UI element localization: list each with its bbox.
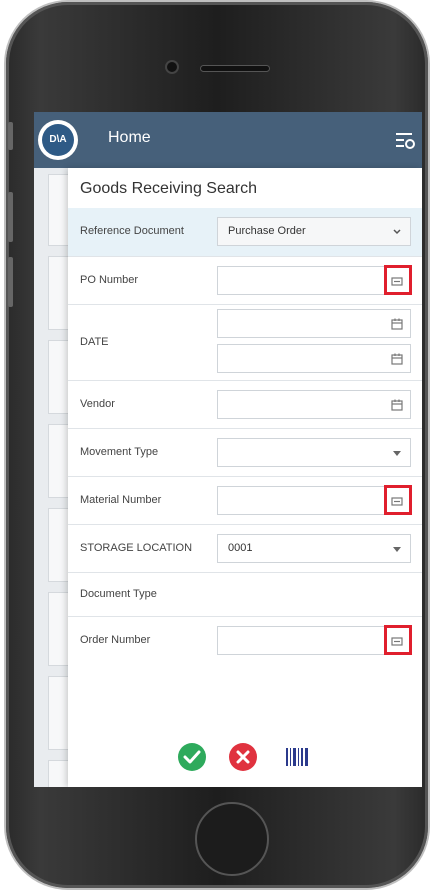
material-number-field[interactable] [217,485,412,515]
reference-document-value: Purchase Order [228,225,306,237]
vendor-row: Vendor [68,380,422,429]
header-title: Home [108,129,151,146]
background-cards [48,168,72,787]
date-from-field[interactable] [217,309,411,338]
volume-up-button [8,192,13,242]
panel-title: Goods Receiving Search [80,180,257,197]
filter-menu-icon[interactable] [394,129,416,151]
date-row: DATE [68,304,422,381]
app-logo[interactable]: D\A [38,120,78,160]
dropdown-arrow-icon[interactable] [390,542,404,556]
highlight-box [384,265,412,295]
dropdown-arrow-icon[interactable] [390,446,404,460]
action-bar [68,734,422,787]
material-number-row: Material Number [68,476,422,525]
volume-down-button [8,257,13,307]
logo-mark: D\A [42,124,74,156]
date-label: DATE [80,336,109,348]
date-to-field[interactable] [217,344,411,373]
earpiece-speaker [201,66,269,71]
vendor-label: Vendor [80,398,115,410]
storage-location-label: STORAGE LOCATION [80,542,193,554]
movement-type-row: Movement Type [68,428,422,477]
storage-location-select[interactable]: 0001 [217,534,411,563]
reference-document-select[interactable]: Purchase Order [217,217,411,246]
cancel-icon[interactable] [228,742,258,772]
calendar-icon[interactable] [390,398,404,412]
order-number-field[interactable] [217,625,412,655]
mute-switch [8,122,13,150]
storage-location-row: STORAGE LOCATION 0001 [68,524,422,573]
po-number-label: PO Number [80,274,139,286]
movement-type-select[interactable] [217,438,411,467]
front-camera [167,62,177,72]
highlight-box [384,625,412,655]
order-number-label: Order Number [80,634,151,646]
reference-document-label: Reference Document [80,225,184,237]
order-number-row: Order Number [68,616,422,667]
calendar-icon[interactable] [390,317,404,331]
highlight-box [384,485,412,515]
document-type-row: Document Type [68,572,422,617]
chevron-down-icon [393,229,401,235]
barcode-icon[interactable] [282,742,312,772]
material-number-label: Material Number [80,494,162,506]
goods-receiving-search-panel: Goods Receiving Search Reference Documen… [68,168,422,787]
reference-document-row: Reference Document Purchase Order [68,208,422,256]
confirm-icon[interactable] [177,742,207,772]
calendar-icon[interactable] [390,352,404,366]
storage-location-value: 0001 [228,542,253,554]
po-number-row: PO Number [68,256,422,305]
vendor-field[interactable] [217,390,411,419]
po-number-field[interactable] [217,265,412,295]
movement-type-label: Movement Type [80,446,159,458]
home-button[interactable] [195,802,269,876]
document-type-label: Document Type [80,588,157,600]
app-screen: D\A Home Goods Receiving Search Referenc… [34,112,422,787]
app-header: D\A Home [34,112,422,168]
